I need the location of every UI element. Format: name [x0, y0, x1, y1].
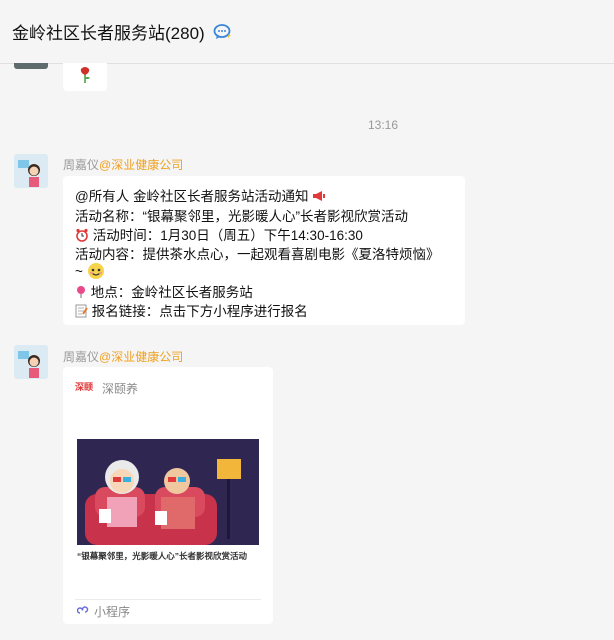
app-logo-text: 深颐	[75, 381, 93, 392]
app-logo: 深颐	[75, 380, 93, 394]
sender-avatar[interactable]	[14, 345, 48, 379]
mini-program-icon	[76, 603, 89, 615]
card-caption: “银幕聚邻里，光影暖人心”长者影视欣赏活动	[77, 551, 248, 561]
chat-title: 金岭社区长者服务站(280)	[12, 24, 205, 43]
message-line: 活动名称：“银幕聚邻里，光影暖人心”长者影视欣赏活动	[75, 209, 408, 224]
rose-icon	[78, 66, 92, 89]
message-line: @所有人 金岭社区长者服务站活动通知	[75, 185, 326, 205]
sender-org: @深业健康公司	[99, 350, 184, 364]
previous-avatar[interactable]	[14, 63, 48, 69]
chat-bubble-icon[interactable]	[213, 23, 233, 41]
card-app-name: 深颐养	[102, 382, 139, 396]
message-line: 报名链接：点击下方小程序进行报名	[75, 300, 308, 321]
previous-message-bubble[interactable]	[63, 63, 107, 91]
sender-name: 周嘉仪@深业健康公司	[63, 158, 184, 172]
chat-header: 金岭社区长者服务站(280)	[0, 0, 614, 64]
sender-name: 周嘉仪@深业健康公司	[63, 350, 184, 364]
mini-program-label: 小程序	[94, 605, 131, 619]
message-line: 活动时间：1月30日（周五）下午14:30-16:30	[75, 224, 363, 245]
card-divider	[75, 599, 261, 600]
card-cover-image	[77, 439, 259, 545]
megaphone-icon	[312, 190, 326, 205]
memo-icon	[75, 304, 88, 321]
smiling-face-icon	[87, 262, 105, 283]
message-line: ~	[75, 262, 105, 283]
message-line: 地点：金岭社区长者服务站	[75, 281, 253, 302]
message-bubble[interactable]: @所有人 金岭社区长者服务站活动通知 活动名称：“银幕聚邻里，光影暖人心”长者影…	[63, 176, 465, 325]
message-line: 活动内容：提供茶水点心，一起观看喜剧电影《夏洛特烦恼》	[75, 247, 440, 262]
sender-org: @深业健康公司	[99, 158, 184, 172]
mini-program-card[interactable]: 深颐 深颐养 “银幕聚邻里，光影暖人心”长者影视欣赏活动 小程序	[63, 367, 273, 624]
sender-avatar[interactable]	[14, 154, 48, 188]
timestamp: 13:16	[367, 118, 399, 132]
